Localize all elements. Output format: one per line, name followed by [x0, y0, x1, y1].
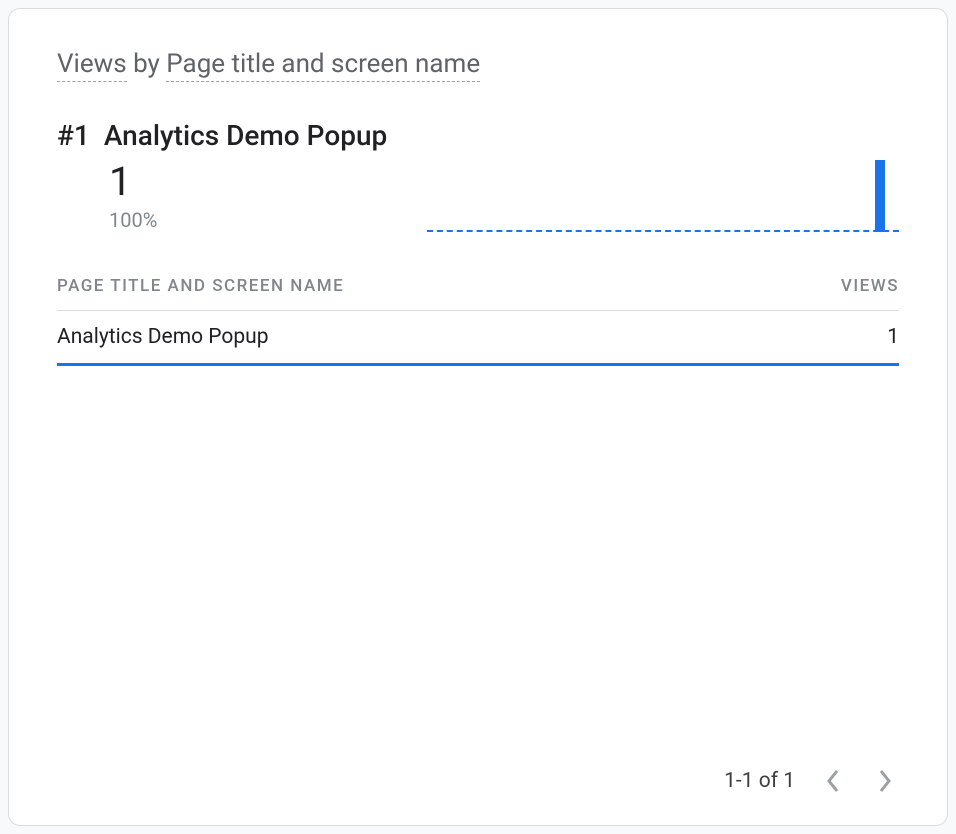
dimension-name[interactable]: Page title and screen name — [166, 49, 480, 82]
highlight-stats: #1 Analytics Demo Popup 1 100% — [57, 119, 387, 232]
previous-page-button[interactable] — [819, 767, 847, 795]
highlight-name: Analytics Demo Popup — [104, 119, 387, 152]
highlight-title: #1 Analytics Demo Popup — [57, 119, 387, 152]
spacer — [57, 366, 899, 751]
next-page-button[interactable] — [871, 767, 899, 795]
highlight-percent: 100% — [109, 208, 387, 232]
card-title: Views by Page title and screen name — [57, 49, 899, 79]
sparkline-bar — [875, 160, 885, 232]
rank-prefix: #1 — [57, 119, 90, 152]
page-info: 1-1 of 1 — [724, 769, 795, 793]
metric-name[interactable]: Views — [57, 49, 127, 82]
title-connector: by — [127, 49, 167, 79]
sparkline-chart — [427, 142, 899, 232]
table-row[interactable]: Analytics Demo Popup 1 — [57, 311, 899, 366]
chevron-right-icon — [877, 768, 893, 794]
column-header-metric[interactable]: VIEWS — [841, 276, 899, 296]
pagination: 1-1 of 1 — [57, 751, 899, 795]
highlight-section: #1 Analytics Demo Popup 1 100% — [57, 119, 899, 232]
table-header: PAGE TITLE AND SCREEN NAME VIEWS — [57, 266, 899, 311]
row-metric-value: 1 — [887, 325, 899, 349]
row-dimension-value: Analytics Demo Popup — [57, 325, 269, 349]
chevron-left-icon — [825, 768, 841, 794]
highlight-value: 1 — [109, 162, 387, 202]
column-header-dimension[interactable]: PAGE TITLE AND SCREEN NAME — [57, 276, 344, 296]
sparkline-baseline — [427, 230, 899, 232]
analytics-card: Views by Page title and screen name #1 An… — [8, 8, 948, 826]
